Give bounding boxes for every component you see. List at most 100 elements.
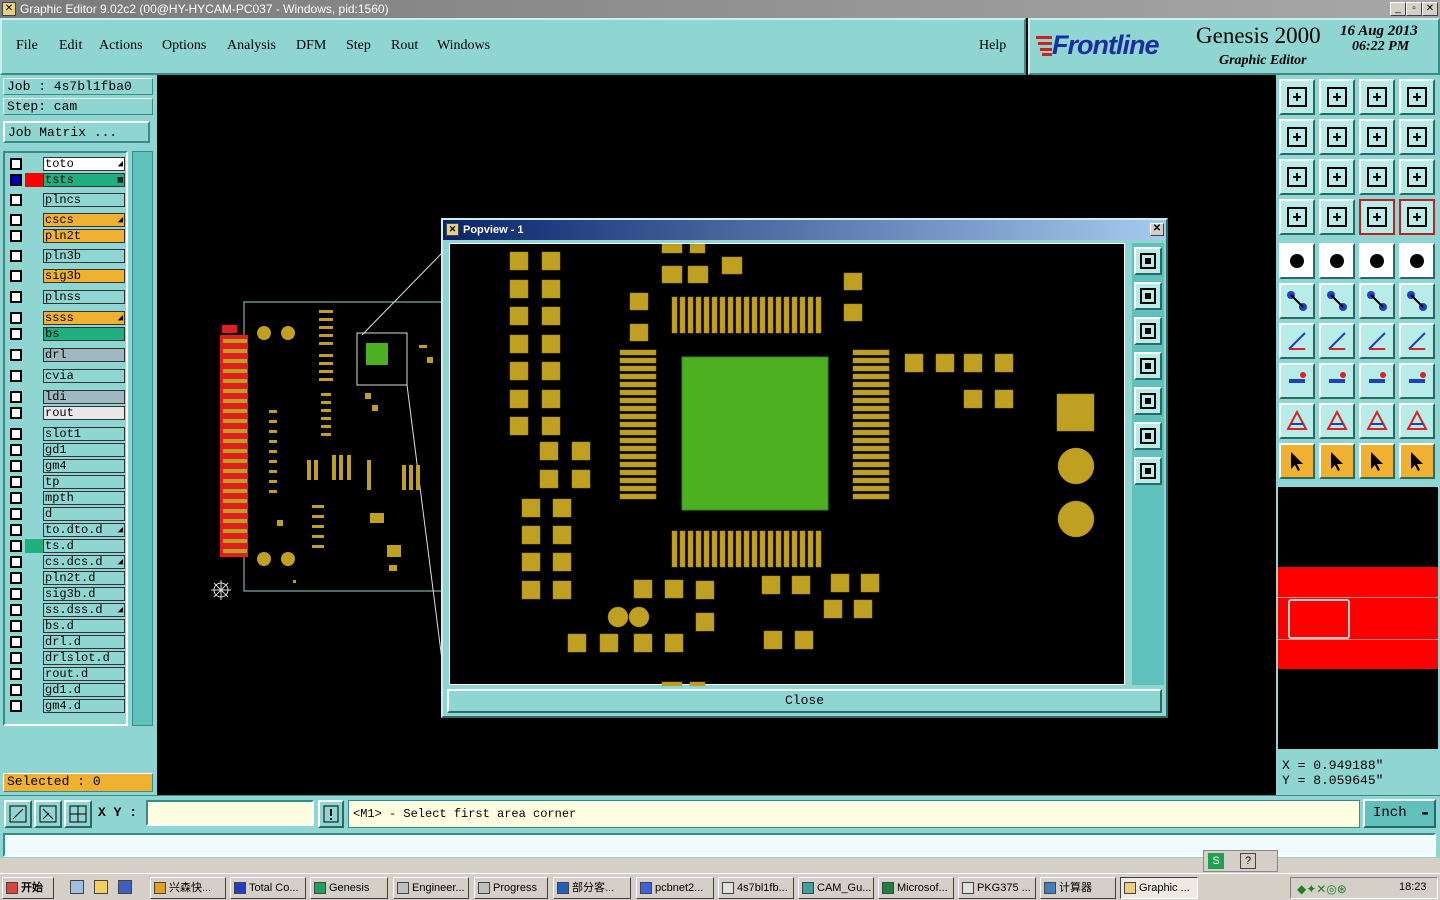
overview-view-rect[interactable] [1288,599,1350,639]
units-select[interactable]: Inch ▬ [1363,799,1436,828]
layer-row-rout[interactable]: rout [7,406,125,420]
zoom-fit-button[interactable] [4,800,32,828]
layer-name[interactable]: cvia [43,369,125,383]
layer-color-swatch[interactable] [25,327,43,341]
layer-name[interactable]: drl.d [43,635,125,649]
pv-zoom-down-icon[interactable] [1134,317,1162,345]
menu-step[interactable]: Step [346,38,371,54]
layer-name[interactable]: ss.dss.d ◢ [43,603,125,617]
layer-color-swatch[interactable] [25,603,43,617]
connect-icon[interactable] [1279,283,1315,319]
alert-icon[interactable] [318,800,344,828]
taskbar-item[interactable]: pcbnet2... [636,877,714,899]
layer-row-cs-d[interactable]: cs.dcs.d ◢ [7,555,125,569]
maximize-button[interactable]: ▫ [1406,2,1422,16]
layer-color-swatch[interactable] [25,587,43,601]
layer-row-ts-d[interactable]: ts.d [7,539,125,553]
close-window-button[interactable]: ✕ [1422,2,1438,16]
layer-list-scrollbar[interactable] [132,151,153,726]
layer-checkbox[interactable] [10,492,22,504]
popview-canvas[interactable] [449,243,1125,687]
layer-color-swatch[interactable] [25,193,43,207]
popview-close-button[interactable]: Close [447,689,1162,713]
line2-icon[interactable] [1319,323,1355,359]
layer-checkbox[interactable] [10,588,22,600]
layer-name[interactable]: gd1 [43,443,125,457]
layer-color-swatch[interactable] [25,249,43,263]
add-pad-icon[interactable] [1279,243,1315,279]
line-icon[interactable] [1279,323,1315,359]
layer-color-swatch[interactable] [25,213,43,227]
zoom-home-icon[interactable] [1279,79,1315,115]
grid-button[interactable] [64,800,92,828]
layer-checkbox[interactable] [10,312,22,324]
feature-icon[interactable] [1279,363,1315,399]
taskbar-item[interactable]: Genesis [310,877,388,899]
layer-color-swatch[interactable] [25,348,43,362]
ruler-icon[interactable] [1359,243,1395,279]
layer-checkbox[interactable] [10,158,22,170]
layer-name[interactable]: cs.dcs.d ◢ [43,555,125,569]
xy-input[interactable] [146,800,314,826]
layer-row-drlslot-d[interactable]: drlslot.d [7,651,125,665]
close-icon[interactable]: ✕ [1150,223,1164,236]
layer-color-swatch[interactable] [25,427,43,441]
layer-color-swatch[interactable] [25,491,43,505]
layer-row-gd1[interactable]: gd1 [7,443,125,457]
layer-color-swatch[interactable] [25,683,43,697]
layer-checkbox[interactable] [10,428,22,440]
layer-checkbox[interactable] [10,684,22,696]
select-pointer-icon[interactable] [1319,443,1355,479]
home-icon[interactable] [1359,79,1395,115]
layer-name[interactable]: drl [43,348,125,362]
layer-name[interactable]: rout.d [43,667,125,681]
layer-checkbox[interactable] [10,349,22,361]
layer-name[interactable]: sig3b [43,269,125,283]
layer-checkbox[interactable] [10,524,22,536]
layer-row-ss[interactable]: ssss ◢ [7,311,125,325]
menu-file[interactable]: File [16,38,38,54]
job-matrix-button[interactable]: Job Matrix ... [3,121,150,143]
taskbar-item[interactable]: Engineer... [393,877,469,899]
pv-zoom-up-icon[interactable] [1134,282,1162,310]
pv-pan-left-icon[interactable] [1134,352,1162,380]
layer-color-swatch[interactable] [25,390,43,404]
layer-color-swatch[interactable] [25,443,43,457]
layer-row-to-d[interactable]: to.dto.d ◢ [7,523,125,537]
clock-icon[interactable] [94,880,108,894]
layer-name[interactable]: toto ◢ [43,157,125,171]
layer-checkbox[interactable] [10,194,22,206]
layer-checkbox[interactable] [10,370,22,382]
layer-checkbox[interactable] [10,540,22,552]
move-pointer-icon[interactable] [1359,443,1395,479]
link2-icon[interactable] [1399,283,1435,319]
symbol-icon[interactable] [1399,323,1435,359]
pv-zoom-home-icon[interactable] [1134,247,1162,275]
minimize-button[interactable]: _ [1390,2,1406,16]
taskbar-item[interactable]: 计算器 [1040,877,1116,899]
layer-checkbox[interactable] [10,572,22,584]
ime-toolbar[interactable]: S ? [1203,850,1278,872]
layer-name[interactable]: pln2t.d [43,571,125,585]
layer-row-pln3b[interactable]: pln3b [7,249,125,263]
layer-checkbox[interactable] [10,556,22,568]
layer-color-swatch[interactable] [25,173,43,187]
layer-name[interactable]: ldi [43,390,125,404]
redraw-icon[interactable] [1399,119,1435,155]
taskbar-item[interactable]: Total Co... [230,877,306,899]
layer-color-swatch[interactable] [25,269,43,283]
layer-row-gd1-d[interactable]: gd1.d [7,683,125,697]
layer-color-swatch[interactable] [25,475,43,489]
layer-name[interactable]: bs [43,327,125,341]
layer-checkbox[interactable] [10,250,22,262]
layer-name[interactable]: rout [43,406,125,420]
layer-name[interactable]: slot1 [43,427,125,441]
delete-icon[interactable] [1319,283,1355,319]
ime-icon[interactable]: S [1208,853,1224,869]
layer-checkbox[interactable] [10,407,22,419]
triangle4-icon[interactable] [1399,403,1435,439]
layer-checkbox[interactable] [10,668,22,680]
taskbar-item[interactable]: 4s7bl1fb... [718,877,794,899]
grid-icon[interactable] [1319,199,1355,235]
layer-color-swatch[interactable] [25,571,43,585]
